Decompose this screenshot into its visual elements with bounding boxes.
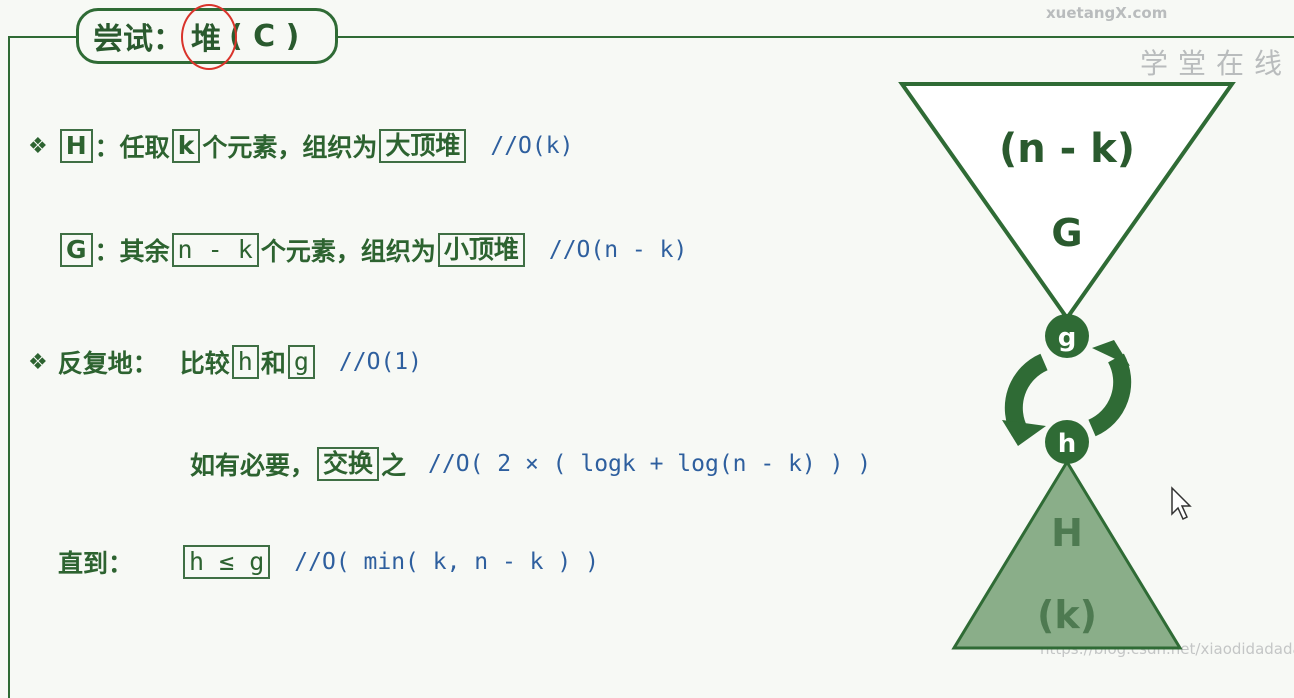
swap-arrow-left-head-icon — [1002, 420, 1046, 446]
mouse-cursor-icon — [1171, 486, 1192, 521]
g-size-label: (n - k) — [999, 126, 1135, 172]
g-letter: G — [1051, 211, 1082, 255]
swap-arrow-right-icon — [1088, 353, 1132, 437]
h-size-label: (k) — [1037, 593, 1097, 637]
heap-diagram: (n - k) G H (k) g h — [898, 82, 1236, 650]
g-heap-triangle — [898, 82, 1236, 322]
node-g-label: g — [1058, 323, 1077, 353]
node-h-label: h — [1058, 429, 1077, 459]
h-letter: H — [1051, 511, 1083, 555]
swap-arrow-left-icon — [1004, 353, 1048, 437]
